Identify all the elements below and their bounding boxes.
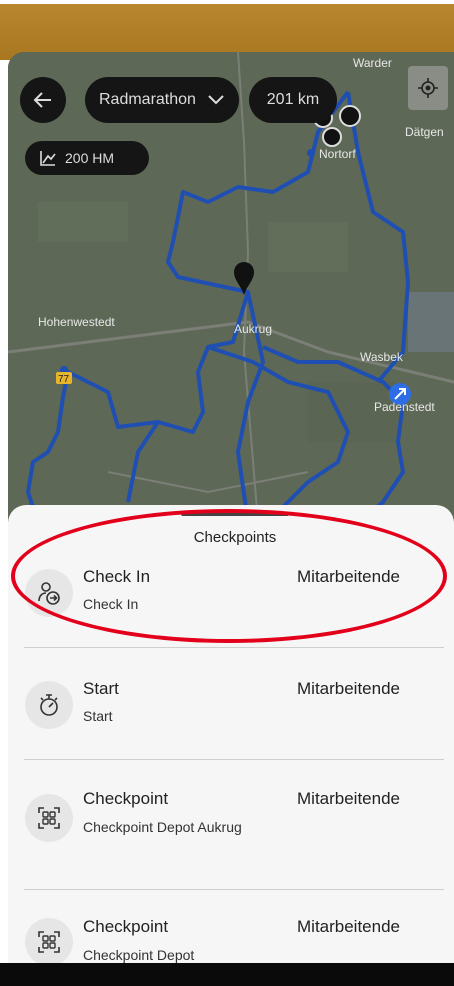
qr-scan-icon (25, 918, 73, 963)
divider (24, 647, 444, 648)
checkpoint-title: Checkpoint (83, 917, 169, 936)
checkpoint-role: Mitarbeitende (297, 679, 401, 698)
checkpoint-item-checkin[interactable]: Check In Check In Mitarbeitende (8, 560, 454, 670)
sheet-title: Checkpoints (193, 529, 277, 546)
elevation-icon (40, 151, 56, 166)
arrow-left-icon (33, 92, 51, 108)
checkpoint-role: Mitarbeitende (297, 567, 401, 586)
checkpoint-title: Checkpoint (83, 789, 169, 808)
qr-scan-icon (25, 794, 73, 842)
divider (24, 759, 444, 760)
back-button[interactable] (20, 77, 66, 123)
checkpoint-role: Mitarbeitende (297, 789, 401, 808)
map-label-hohenwestedt: Hohenwestedt (38, 315, 115, 329)
stopwatch-icon (25, 681, 73, 729)
status-bar-area (0, 0, 454, 60)
distance-badge: 201 km (249, 77, 337, 123)
navigation-bar (0, 963, 454, 986)
distance-value: 201 km (266, 91, 320, 108)
checkpoint-item-start[interactable]: Start Start Mitarbeitende (8, 672, 454, 782)
map-label-aukrug: Aukrug (234, 322, 273, 336)
checkpoint-subtitle: Checkpoint Depot Aukrug (83, 819, 242, 835)
route-selector[interactable]: Radmarathon (85, 77, 239, 123)
chevron-down-icon (208, 95, 224, 105)
checkpoint-subtitle: Start (83, 708, 113, 724)
map-label-warder: Warder (353, 56, 392, 70)
checkpoint-item-depot[interactable]: Checkpoint Checkpoint Depot Mitarbeitend… (8, 912, 454, 963)
locate-me-button[interactable] (408, 66, 448, 110)
checkpoint-subtitle: Checkpoint Depot (83, 947, 195, 963)
route-map[interactable]: Warder Dätgen Nortorf Hohenwestedt Aukru… (8, 52, 454, 522)
map-label-datgen: Dätgen (405, 125, 444, 139)
road-number-badge: 77 (58, 374, 70, 385)
crosshair-icon (418, 78, 438, 98)
person-checkin-icon (25, 569, 73, 617)
map-label-padenstedt: Padenstedt (374, 400, 435, 414)
checkpoint-role: Mitarbeitende (297, 917, 401, 936)
divider (24, 889, 444, 890)
elevation-value: 200 HM (65, 150, 115, 166)
checkpoint-subtitle: Check In (83, 596, 139, 612)
checkpoint-title: Check In (83, 567, 151, 586)
map-label-wasbek: Wasbek (360, 350, 403, 364)
map-canvas (8, 52, 454, 522)
map-label-nortorf: Nortorf (319, 147, 356, 161)
checkpoint-item-depot-aukrug[interactable]: Checkpoint Checkpoint Depot Aukrug Mitar… (8, 785, 454, 895)
checkpoint-title: Start (83, 679, 119, 698)
route-name: Radmarathon (99, 91, 196, 108)
sheet-drag-handle[interactable] (181, 512, 289, 516)
elevation-badge: 200 HM (25, 141, 149, 175)
